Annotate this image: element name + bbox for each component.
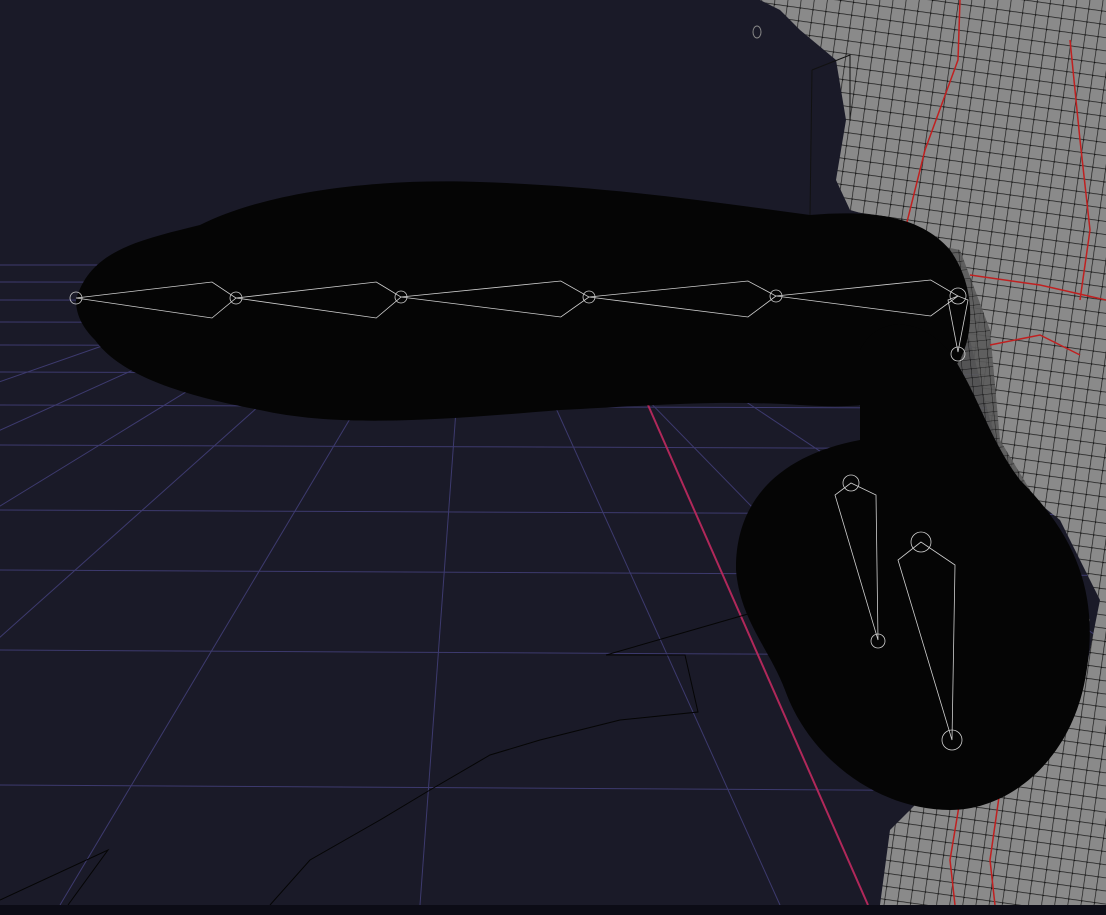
viewport-bottom-edge xyxy=(0,905,1106,915)
object-outline xyxy=(605,613,749,656)
shaft-mesh[interactable] xyxy=(76,181,971,421)
viewport-canvas[interactable] xyxy=(0,0,1106,915)
object-outline xyxy=(0,848,110,906)
object-outline xyxy=(269,654,699,906)
3d-viewport[interactable] xyxy=(0,0,1106,915)
vertex-marker xyxy=(752,25,762,39)
